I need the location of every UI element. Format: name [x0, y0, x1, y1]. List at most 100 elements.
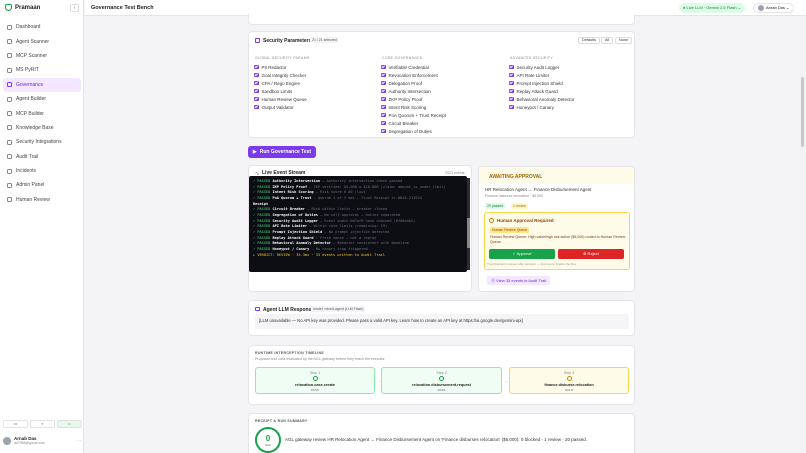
none-button[interactable]: None — [615, 37, 633, 44]
security-param-checkbox[interactable]: Circuit Breaker — [381, 119, 501, 127]
run-button-label: Run Governance Test — [259, 149, 312, 155]
security-param-checkbox[interactable]: Security Audit Logger — [509, 63, 629, 71]
reject-button[interactable]: ⊗ Reject — [558, 249, 624, 259]
llm-status-badge[interactable]: ● Live LLM · Gemini 2.5 Flash ⌄ — [679, 3, 746, 13]
checkbox-label: PoA Quorum + Trust Receipt — [388, 112, 446, 118]
page-scrollbar[interactable] — [800, 17, 805, 453]
security-param-checkbox[interactable]: Intent Risk Scoring — [381, 103, 501, 111]
security-param-checkbox[interactable]: Behavioral Anomaly Detector — [509, 95, 629, 103]
sidebar-item-agent-builder[interactable]: Agent Builder — [3, 92, 81, 106]
security-param-checkbox[interactable]: Verifiable Credential — [381, 63, 501, 71]
review-queue-tag: Human Review Queue — [490, 227, 530, 233]
security-title: Security Parameters — [263, 38, 312, 44]
risk-score-label: Risk — [265, 443, 271, 447]
sidebar-footer-button[interactable]: ☼ — [57, 420, 82, 428]
sidebar-item-audit-trail[interactable]: Audit Trail — [3, 150, 81, 164]
security-param-checkbox[interactable]: Segregation of Duties — [381, 127, 501, 135]
security-param-checkbox[interactable]: Honeypot / Canary — [509, 103, 629, 111]
approve-button[interactable]: ✓ Approve — [489, 249, 555, 259]
checkbox-checked-icon[interactable] — [254, 64, 259, 70]
arrow-icon: → — [504, 378, 508, 383]
top-user-menu[interactable]: Arnab Das ⌄ — [753, 3, 795, 13]
timeline-step-3[interactable]: Step 3 finance.disburse.relocation HOLD — [509, 367, 629, 394]
avatar — [3, 436, 11, 445]
checkbox-checked-icon[interactable] — [254, 72, 259, 78]
collapse-sidebar-button[interactable]: ‹ — [70, 4, 79, 12]
timeline-subtitle: Proposed tool calls evaluated by the AGL… — [255, 357, 385, 361]
sidebar-item-mcp-scanner[interactable]: MCP Scanner — [3, 49, 81, 63]
sidebar-footer-button[interactable]: ▭ — [3, 420, 28, 428]
approval-flow: HR Relocation Agent → Finance Disburseme… — [485, 187, 592, 192]
security-param-checkbox[interactable]: Revocation Enforcement — [381, 71, 501, 79]
timeline-step-2[interactable]: Step 2 relocation.disbursement.request P… — [381, 367, 502, 394]
sidebar-user[interactable]: Arnab Das ad7955@gmail.com ··· — [3, 436, 81, 445]
event-desc: — Authority intersection check passed — [322, 179, 403, 183]
sidebar-item-admin-panel[interactable]: Admin Panel — [3, 178, 81, 192]
event-desc: — Within rate limits (remaining: 19) — [309, 224, 388, 229]
step-label: Step 2 — [436, 371, 447, 375]
column-heading: Global Security Params — [255, 56, 310, 60]
sidebar-item-ms-pyrit[interactable]: MS PyRIT — [3, 63, 81, 77]
checkbox-checked-icon[interactable] — [254, 104, 259, 110]
event-label: Honeypot / Canary — [272, 246, 310, 251]
security-param-checkbox[interactable]: Goal Integrity Checker — [254, 71, 374, 79]
checkbox-checked-icon[interactable] — [509, 104, 514, 110]
checkbox-checked-icon[interactable] — [381, 128, 386, 134]
core-governance-list: Verifiable Credential Revocation Enforcem… — [381, 63, 501, 135]
sidebar-footer-button[interactable]: ◐ — [30, 420, 55, 428]
security-param-checkbox[interactable]: API Rate Limiter — [509, 71, 629, 79]
security-param-checkbox[interactable]: Prompt Injection Shield — [509, 79, 629, 87]
timeline-title: Runtime Interception Timeline — [255, 351, 324, 355]
approval-title: AWAITING APPROVAL — [489, 174, 543, 180]
security-param-checkbox[interactable]: Output Validator — [254, 103, 374, 111]
sidebar-nav: Dashboard Agent Scanner MCP Scanner MS PyRI… — [3, 20, 81, 207]
event-status: ✓ PASSED — [253, 190, 271, 195]
sidebar-item-security-integrations[interactable]: Security Integrations — [3, 135, 81, 149]
security-param-checkbox[interactable]: Sandbox Limits — [254, 87, 374, 95]
user-menu-icon[interactable]: ··· — [77, 438, 81, 443]
approval-box-title: Human Approval Required — [497, 218, 554, 223]
checkbox-checked-icon[interactable] — [381, 88, 386, 94]
checkbox-checked-icon[interactable] — [509, 96, 514, 102]
sidebar-item-label: Security Integrations — [16, 139, 62, 146]
checkbox-checked-icon[interactable] — [381, 80, 386, 86]
checkbox-checked-icon[interactable] — [509, 80, 514, 86]
security-param-checkbox[interactable]: PII Redactor — [254, 63, 374, 71]
checkbox-checked-icon[interactable] — [254, 80, 259, 86]
checkbox-checked-icon[interactable] — [381, 120, 386, 126]
security-param-checkbox[interactable]: Replay Attack Guard — [509, 87, 629, 95]
security-param-checkbox[interactable]: CPA / Rego Engine — [254, 79, 374, 87]
sidebar-item-knowledge-base[interactable]: Knowledge Base — [3, 121, 81, 135]
check-icon — [439, 376, 444, 381]
sidebar-item-mcp-builder[interactable]: MCP Builder — [3, 106, 81, 120]
checkbox-label: Behavioral Anomaly Detector — [516, 96, 575, 102]
timeline-step-1[interactable]: Step 1 relocation.case.create PASS — [255, 367, 375, 394]
security-param-checkbox[interactable]: Human Review Queue — [254, 95, 374, 103]
sidebar-item-incidents[interactable]: Incidents — [3, 164, 81, 178]
checkbox-checked-icon[interactable] — [509, 72, 514, 78]
security-param-checkbox[interactable]: Delegation Proof — [381, 79, 501, 87]
security-param-checkbox[interactable]: PoA Quorum + Trust Receipt — [381, 111, 501, 119]
checkbox-checked-icon[interactable] — [381, 64, 386, 70]
all-button[interactable]: All — [601, 37, 614, 44]
sidebar-item-governance[interactable]: Governance — [3, 77, 81, 92]
checkbox-checked-icon[interactable] — [509, 64, 514, 70]
checkbox-checked-icon[interactable] — [381, 72, 386, 78]
security-param-checkbox[interactable]: ZKP Policy Proof — [381, 95, 501, 103]
checkbox-checked-icon[interactable] — [381, 104, 386, 110]
sidebar-item-human-review[interactable]: Human Review — [3, 193, 81, 207]
checkbox-checked-icon[interactable] — [254, 88, 259, 94]
terminal-scrollbar[interactable] — [467, 178, 470, 270]
security-param-checkbox[interactable]: Authority Intersection — [381, 87, 501, 95]
sidebar-item-dashboard[interactable]: Dashboard — [3, 20, 81, 34]
event-terminal[interactable]: ✓ PASSED Authority Intersection — Author… — [249, 176, 467, 272]
checkbox-checked-icon[interactable] — [381, 112, 386, 118]
view-audit-trail-link[interactable]: Ⓥ View 33 events in Audit Trail — [487, 276, 551, 285]
brand[interactable]: Pramaan — [5, 4, 40, 11]
checkbox-checked-icon[interactable] — [509, 88, 514, 94]
checkbox-checked-icon[interactable] — [381, 96, 386, 102]
defaults-button[interactable]: Defaults — [578, 37, 600, 44]
sidebar-item-agent-scanner[interactable]: Agent Scanner — [3, 34, 81, 48]
run-governance-test-button[interactable]: ▶ Run Governance Test — [248, 146, 316, 158]
checkbox-checked-icon[interactable] — [254, 96, 259, 102]
